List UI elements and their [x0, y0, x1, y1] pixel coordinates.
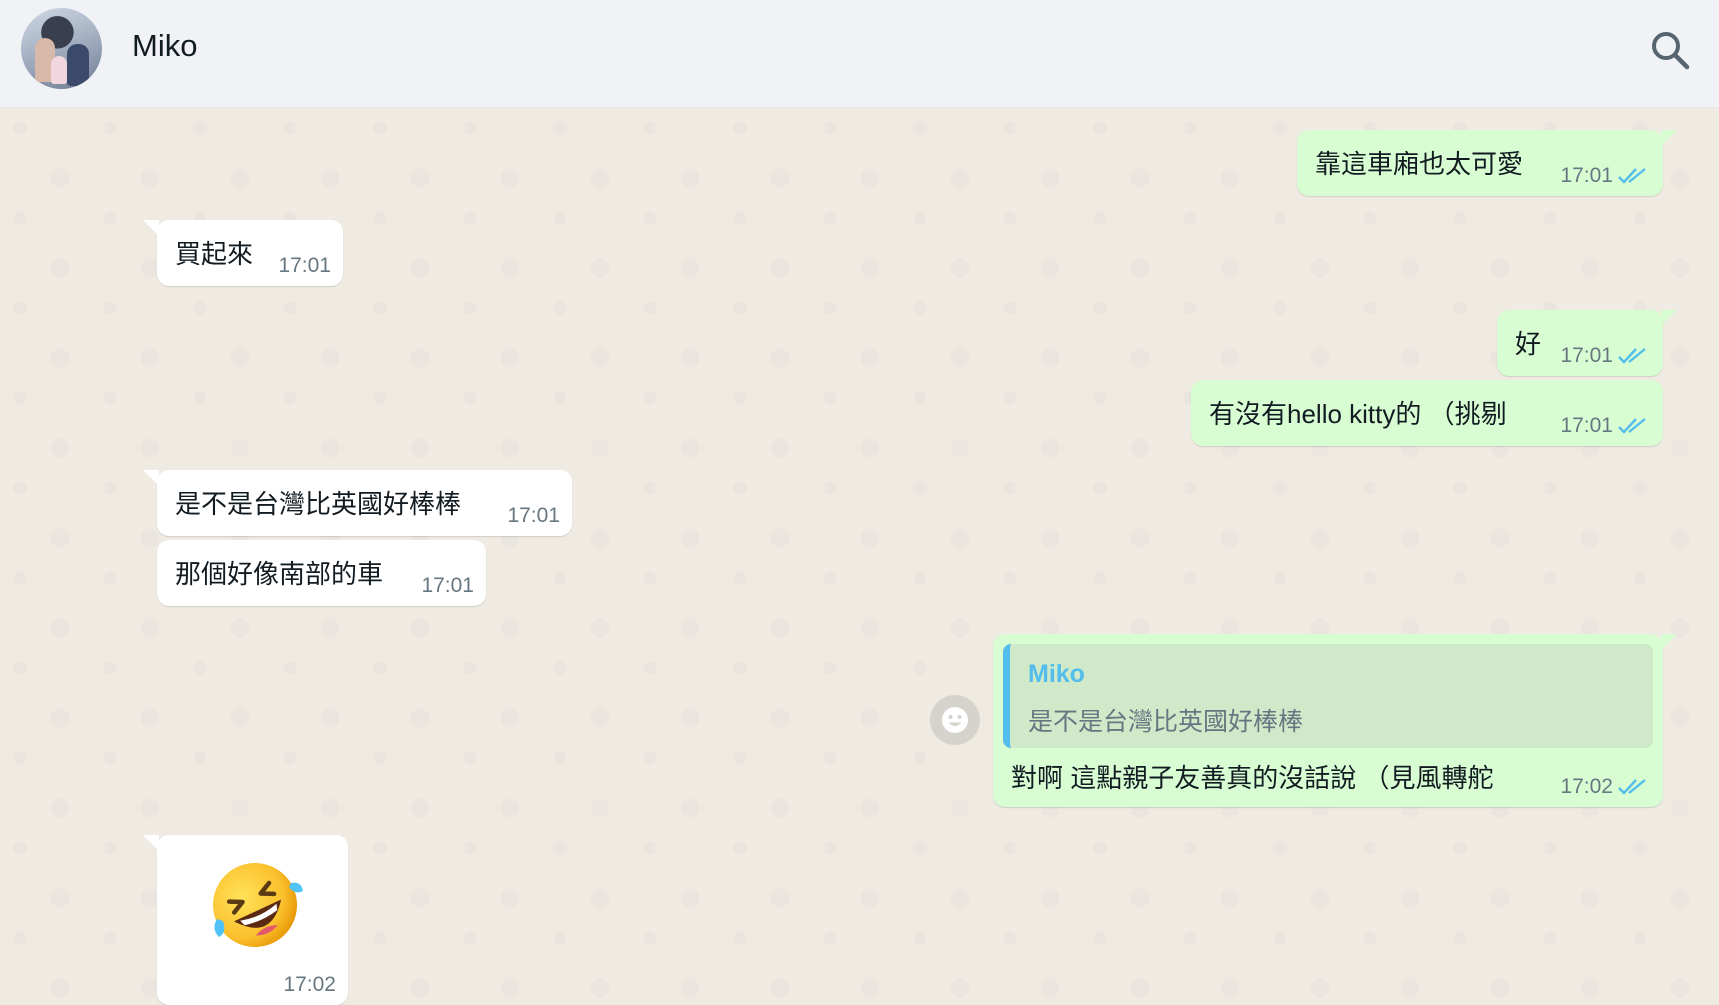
quoted-author: Miko	[1028, 660, 1085, 688]
double-check-icon	[1618, 168, 1646, 184]
message-time: 17:01	[1560, 414, 1613, 437]
message-incoming[interactable]: 是不是台灣比英國好棒棒 17:01	[143, 470, 572, 536]
message-meta: 17:01	[1560, 414, 1651, 438]
message-meta: 17:01	[507, 504, 560, 528]
search-button[interactable]	[1648, 28, 1692, 72]
message-incoming-emoji[interactable]: 17:02	[143, 835, 348, 1005]
message-time: 17:01	[278, 254, 331, 277]
message-time: 17:01	[421, 574, 474, 597]
message-meta: 17:01	[421, 574, 474, 598]
message-text: 買起來	[175, 239, 254, 269]
message-text: 靠這車廂也太可愛	[1315, 149, 1524, 179]
rolling-on-the-floor-laughing-emoji-icon	[213, 863, 303, 947]
quoted-text: 是不是台灣比英國好棒棒	[1028, 708, 1304, 736]
message-outgoing[interactable]: 靠這車廂也太可愛 17:01	[1297, 130, 1677, 196]
message-meta: 17:01	[1560, 164, 1651, 188]
message-time: 17:01	[507, 504, 560, 527]
reaction-button[interactable]	[930, 695, 980, 745]
message-incoming[interactable]: 那個好像南部的車 17:01	[157, 540, 486, 606]
message-text: 對啊 這點親子友善真的沒話說 （見風轉舵	[1011, 763, 1494, 793]
message-outgoing[interactable]: 有沒有hello kitty的 （挑剔 17:01	[1191, 380, 1663, 446]
avatar[interactable]	[21, 8, 102, 89]
message-outgoing[interactable]: 好 17:01	[1497, 310, 1677, 376]
message-list[interactable]: 靠這車廂也太可愛 17:01 買起來 17:01 好 17:01 有沒有hell…	[0, 108, 1719, 1005]
double-check-icon	[1618, 779, 1646, 795]
message-incoming[interactable]: 買起來 17:01	[143, 220, 343, 286]
message-meta: 17:01	[1560, 344, 1651, 368]
message-time: 17:02	[1560, 775, 1613, 798]
search-icon	[1652, 32, 1690, 70]
double-check-icon	[1618, 348, 1646, 364]
message-meta: 17:02	[283, 973, 336, 997]
message-text: 是不是台灣比英國好棒棒	[175, 489, 462, 519]
quoted-message[interactable]: Miko 是不是台灣比英國好棒棒	[1003, 644, 1653, 748]
double-check-icon	[1618, 418, 1646, 434]
message-time: 17:02	[283, 973, 336, 996]
message-text: 好	[1515, 329, 1542, 359]
message-time: 17:01	[1560, 164, 1613, 187]
message-meta: 17:02	[1560, 775, 1651, 799]
chat-header: Miko	[0, 0, 1719, 108]
smiley-icon	[942, 707, 968, 733]
message-time: 17:01	[1560, 344, 1613, 367]
contact-name[interactable]: Miko	[132, 28, 197, 64]
message-meta: 17:01	[278, 254, 331, 278]
message-text: 那個好像南部的車	[175, 559, 384, 589]
message-outgoing-reply[interactable]: Miko 是不是台灣比英國好棒棒 對啊 這點親子友善真的沒話說 （見風轉舵 17…	[993, 634, 1677, 807]
message-text: 有沒有hello kitty的 （挑剔	[1209, 399, 1507, 429]
